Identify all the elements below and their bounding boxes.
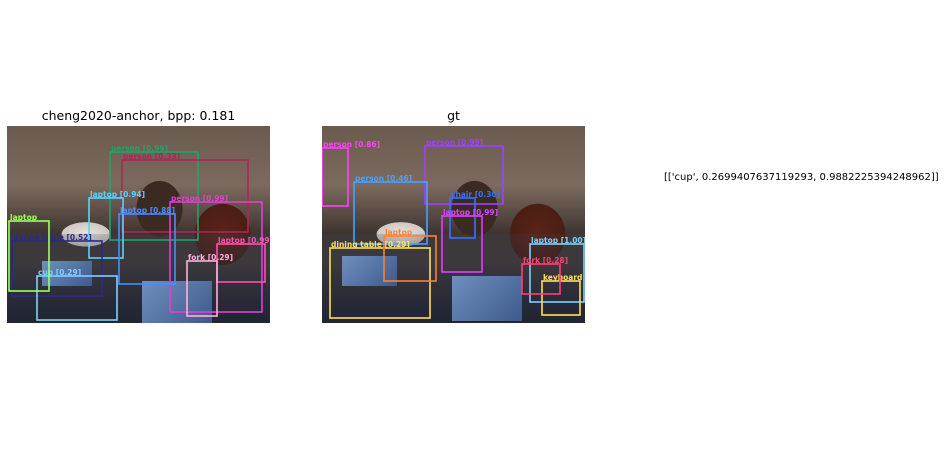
left-box-7: [186, 260, 218, 317]
left-box-4: [216, 243, 266, 283]
right-box-label-7: keyboard: [543, 273, 582, 282]
left-box-label-7: fork [0.29]: [188, 253, 233, 262]
right-box-label-9: laptop: [385, 228, 413, 237]
left-box-label-8: cup [0.29]: [38, 268, 81, 277]
right-box-label-0: person [0.86]: [323, 140, 380, 149]
right-box-label-2: person [0.46]: [355, 174, 412, 183]
right-box-6: [441, 215, 483, 273]
left-box-6: [118, 213, 176, 285]
left-box-9: [8, 220, 50, 292]
left-boxes: person [0.99]person [0.33]person [0.99]l…: [8, 144, 270, 321]
right-box-label-6: laptop [0.99]: [443, 208, 498, 217]
left-box-label-2: person [0.99]: [171, 194, 228, 203]
right-box-label-5: laptop [1.00]: [531, 236, 585, 245]
left-box-label-5: dining table [0.52]: [13, 233, 92, 242]
right-detection-image: person [0.86] person [0.99] person [0.46] c…: [322, 126, 585, 323]
right-box-0: [322, 147, 349, 207]
right-panel-title: gt: [447, 108, 460, 123]
left-box-label-4: laptop [0.99]: [218, 236, 270, 245]
right-box-label-4: dining table [0.29]: [331, 240, 410, 249]
detection-result-text: [['cup', 0.2699407637119293, 0.988222539…: [664, 172, 939, 183]
left-box-label-3: laptop [0.94]: [90, 190, 145, 199]
right-box-7: [541, 280, 581, 316]
right-box-label-8: fork [0.28]: [523, 256, 568, 265]
left-box-label-9: laptop: [10, 213, 38, 222]
left-panel-title: cheng2020-anchor, bpp: 0.181: [41, 108, 236, 123]
left-box-3: [88, 197, 124, 259]
right-boxes: person [0.86] person [0.99] person [0.46] c…: [322, 138, 585, 319]
left-box-label-6: laptop [0.88]: [120, 206, 175, 215]
right-box-4: [329, 247, 431, 319]
left-box-label-1: person [0.33]: [123, 152, 180, 161]
right-box-label-3: chair [0.30]: [451, 190, 500, 199]
left-detection-image: person [0.99] person [0.33] person [0.99] l…: [7, 126, 270, 323]
right-box-label-1: person [0.99]: [426, 138, 483, 147]
